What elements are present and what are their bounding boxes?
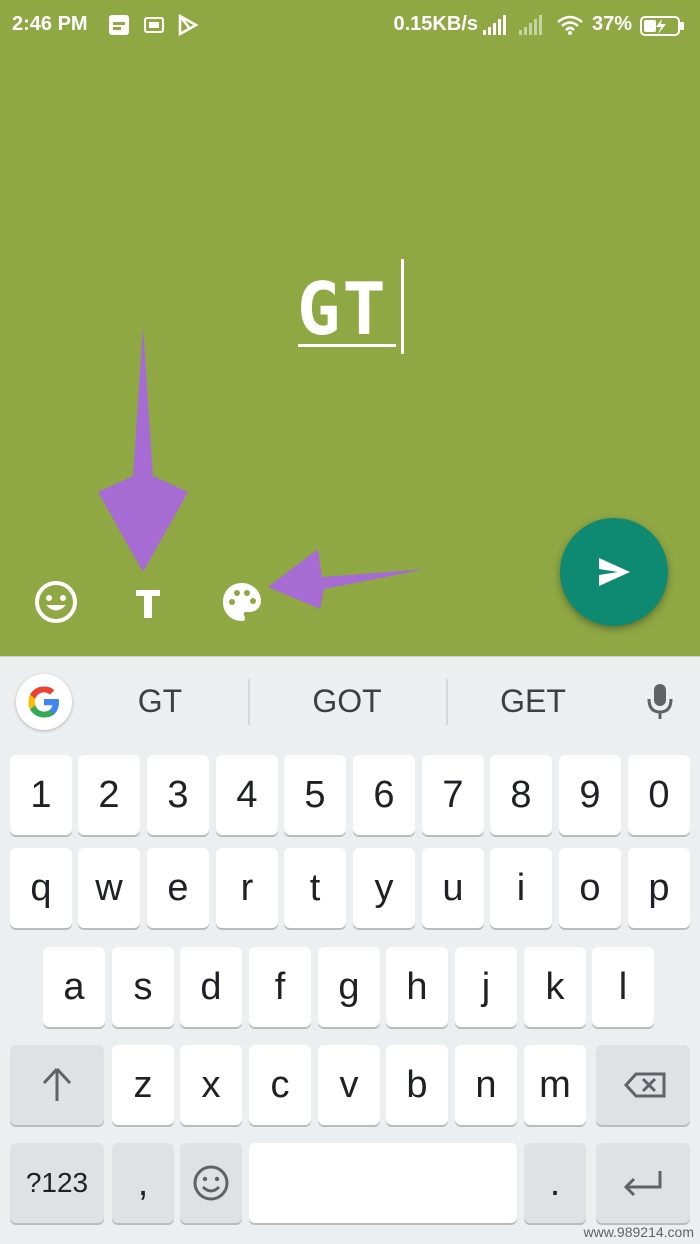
key-6[interactable]: 6: [353, 755, 415, 835]
text-underline: [298, 344, 396, 347]
key-f[interactable]: f: [249, 947, 311, 1027]
key-3[interactable]: 3: [147, 755, 209, 835]
symbols-key[interactable]: ?123: [10, 1143, 104, 1223]
suggestion-divider: [248, 679, 250, 725]
key-j[interactable]: j: [455, 947, 517, 1027]
text-style-icon[interactable]: [124, 578, 172, 626]
backspace-key[interactable]: [596, 1045, 690, 1125]
emoji-smile-icon: [193, 1165, 229, 1201]
key-z[interactable]: z: [112, 1045, 174, 1125]
key-r[interactable]: r: [216, 848, 278, 928]
suggestion-3[interactable]: GET: [458, 683, 608, 723]
play-store-icon: [178, 14, 199, 36]
key-8[interactable]: 8: [490, 755, 552, 835]
palette-icon[interactable]: [218, 578, 266, 626]
key-m[interactable]: m: [524, 1045, 586, 1125]
send-icon: [599, 558, 630, 586]
key-x[interactable]: x: [180, 1045, 242, 1125]
status-bar: 2:46 PM 0.15KB/s 37%: [0, 0, 700, 50]
enter-icon: [623, 1171, 662, 1197]
key-d[interactable]: d: [180, 947, 242, 1027]
key-o[interactable]: o: [559, 848, 621, 928]
key-e[interactable]: e: [147, 848, 209, 928]
status-time: 2:46 PM: [12, 13, 88, 35]
shift-key[interactable]: [10, 1045, 104, 1125]
key-p[interactable]: p: [628, 848, 690, 928]
key-y[interactable]: y: [353, 848, 415, 928]
key-s[interactable]: s: [112, 947, 174, 1027]
key-h[interactable]: h: [386, 947, 448, 1027]
key-k[interactable]: k: [524, 947, 586, 1027]
wifi-icon: [557, 15, 583, 35]
gallery-icon: [109, 15, 129, 35]
network-speed: 0.15KB/s: [393, 13, 479, 35]
status-text-input[interactable]: GT: [297, 269, 388, 349]
mic-icon[interactable]: [644, 682, 676, 722]
suggestion-bar: GT GOT GET: [0, 657, 700, 745]
key-t[interactable]: t: [284, 848, 346, 928]
suggestion-1[interactable]: GT: [85, 683, 235, 723]
suggestion-divider: [446, 679, 448, 725]
key-9[interactable]: 9: [559, 755, 621, 835]
battery-charging-icon: [640, 16, 684, 36]
key-g[interactable]: g: [318, 947, 380, 1027]
period-key[interactable]: .: [524, 1143, 586, 1223]
emoji-icon[interactable]: [32, 578, 80, 626]
key-i[interactable]: i: [490, 848, 552, 928]
key-n[interactable]: n: [455, 1045, 517, 1125]
key-v[interactable]: v: [318, 1045, 380, 1125]
sim-icon: [144, 17, 164, 33]
google-button[interactable]: [16, 674, 72, 730]
key-7[interactable]: 7: [422, 755, 484, 835]
key-b[interactable]: b: [386, 1045, 448, 1125]
suggestion-2[interactable]: GOT: [272, 683, 422, 723]
signal-icon: [483, 15, 506, 35]
signal-weak-icon: [519, 15, 542, 35]
key-a[interactable]: a: [43, 947, 105, 1027]
key-4[interactable]: 4: [216, 755, 278, 835]
emoji-key[interactable]: [180, 1143, 242, 1223]
google-g-icon: [28, 686, 59, 718]
backspace-icon: [623, 1072, 666, 1098]
watermark: www.989214.com: [583, 1224, 694, 1240]
key-5[interactable]: 5: [284, 755, 346, 835]
key-w[interactable]: w: [78, 848, 140, 928]
enter-key[interactable]: [596, 1143, 690, 1223]
key-l[interactable]: l: [592, 947, 654, 1027]
key-0[interactable]: 0: [628, 755, 690, 835]
keyboard: GT GOT GET 1 2 3 4 5 6 7 8 9 0 q w e r t…: [0, 656, 700, 1244]
key-q[interactable]: q: [10, 848, 72, 928]
comma-key[interactable]: ,: [112, 1143, 174, 1223]
key-2[interactable]: 2: [78, 755, 140, 835]
battery-percent: 37%: [591, 13, 632, 35]
key-u[interactable]: u: [422, 848, 484, 928]
text-cursor: [401, 259, 404, 354]
send-button[interactable]: [560, 518, 668, 626]
shift-arrow-icon: [42, 1067, 72, 1101]
key-1[interactable]: 1: [10, 755, 72, 835]
key-c[interactable]: c: [249, 1045, 311, 1125]
space-key[interactable]: [249, 1143, 517, 1223]
